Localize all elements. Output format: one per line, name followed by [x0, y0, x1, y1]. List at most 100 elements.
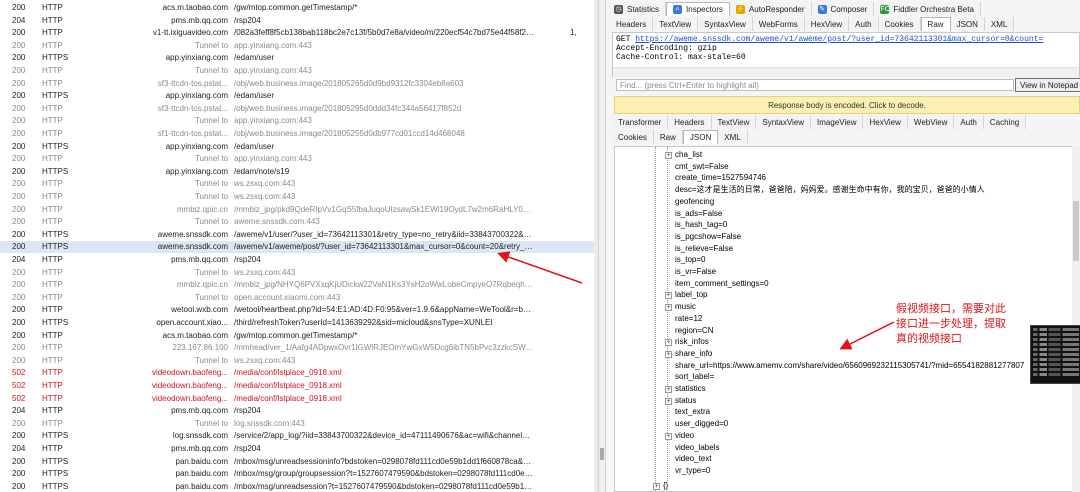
- tab-caching[interactable]: Caching: [983, 115, 1027, 129]
- expand-toggle-icon[interactable]: +: [665, 350, 672, 358]
- session-row[interactable]: 204 HTTP pms.mb.qq.com/rsp204: [0, 254, 598, 266]
- session-row[interactable]: 200 HTTP v1-tt.ixiguavideo.com/082a3feff8f…: [0, 27, 598, 39]
- json-node[interactable]: + music: [665, 301, 696, 312]
- session-row[interactable]: 200 HTTP Tunnel to ws.zsxq.com:443: [0, 178, 598, 190]
- session-row[interactable]: 200 HTTP Tunnel to aweme.snssdk.com:443: [0, 216, 598, 228]
- session-row[interactable]: 200 HTTPS app.yinxiang.com/edam/user: [0, 141, 598, 153]
- tab-xml[interactable]: XML: [984, 17, 1015, 31]
- json-node[interactable]: is_pgcshow=False: [675, 231, 741, 242]
- session-row[interactable]: 502 HTTP videodown.baofeng... /media/conf/l…: [0, 367, 598, 379]
- json-tree-scrollbar[interactable]: [1072, 146, 1080, 492]
- json-node[interactable]: is_ads=False: [675, 208, 722, 219]
- session-row[interactable]: 200 HTTP Tunnel to app.yinxiang.com:443: [0, 65, 598, 77]
- json-node[interactable]: sort_label=: [675, 371, 714, 382]
- tab-transformer[interactable]: Transformer: [612, 115, 669, 129]
- session-row[interactable]: 200 HTTP mmbiz.qpic.cn/mmbiz_jpg/pkd9QdeRI…: [0, 204, 598, 216]
- session-row[interactable]: 200 HTTP wetool.wxb.com/wetool/heartbeat.p…: [0, 304, 598, 316]
- tab-webforms[interactable]: WebForms: [752, 17, 805, 31]
- json-node[interactable]: + cha_list: [665, 149, 702, 160]
- expand-toggle-icon[interactable]: +: [665, 432, 672, 440]
- json-node[interactable]: share_url=https://www.amemv.com/share/vi…: [675, 360, 1024, 371]
- tab-cookies[interactable]: Cookies: [878, 17, 921, 31]
- view-in-notepad-button[interactable]: View in Notepad: [1015, 78, 1080, 92]
- session-row[interactable]: 200 HTTP 223.167.86.100/mmhead/ver_1/Aafg4…: [0, 342, 598, 354]
- json-node[interactable]: region=CN: [675, 325, 713, 336]
- session-row[interactable]: 200 HTTPS app.yinxiang.com/edam/user: [0, 52, 598, 64]
- tab-textview[interactable]: TextView: [653, 17, 699, 31]
- request-url-link[interactable]: https://aweme.snssdk.com/aweme/v1/aweme/…: [635, 35, 1043, 44]
- json-node[interactable]: create_time=1527594746: [675, 172, 766, 183]
- json-node[interactable]: + share_info: [665, 348, 712, 359]
- panel-splitter[interactable]: [598, 0, 606, 492]
- session-row[interactable]: 200 HTTP Tunnel to log.snssdk.com:443: [0, 418, 598, 430]
- session-row[interactable]: 200 HTTP acs.m.taobao.com/gw/mtop.common.g…: [0, 2, 598, 14]
- session-row[interactable]: 502 HTTP videodown.baofeng... /media/conf/l…: [0, 380, 598, 392]
- expand-toggle-icon[interactable]: +: [665, 292, 672, 300]
- session-row[interactable]: 200 HTTP acs.m.taobao.com/gw/mtop.common.g…: [0, 330, 598, 342]
- tab-headers[interactable]: Headers: [610, 17, 654, 31]
- json-node[interactable]: + statistics: [665, 383, 706, 394]
- raw-horizontal-scrollbar[interactable]: [613, 67, 1079, 77]
- session-row[interactable]: 200 HTTPS app.yinxiang.com/edam/user: [0, 90, 598, 102]
- session-row[interactable]: 502 HTTP videodown.baofeng... /media/conf/l…: [0, 393, 598, 405]
- session-row[interactable]: 200 HTTP sf3-ttcdn-tos.pstat... /obj/web.bu…: [0, 103, 598, 115]
- session-row[interactable]: 200 HTTP Tunnel to ws.zsxq.com:443: [0, 267, 598, 279]
- find-input[interactable]: Find... (press Ctrl+Enter to highlight a…: [616, 79, 1014, 91]
- json-node[interactable]: desc=这才是生活的日常，爸爸陪，妈妈爱。感谢生命中有你，我的宝贝，爸爸的小情…: [675, 184, 985, 195]
- json-node[interactable]: video_text: [675, 453, 711, 464]
- sessions-list[interactable]: 200 HTTP acs.m.taobao.com/gw/mtop.common.g…: [0, 0, 598, 492]
- json-node[interactable]: vr_type=0: [675, 465, 710, 476]
- json-node[interactable]: + video: [665, 430, 694, 441]
- json-node[interactable]: user_digged=0: [675, 418, 728, 429]
- json-node[interactable]: text_extra: [675, 406, 710, 417]
- session-row[interactable]: 204 HTTP pms.mb.qq.com/rsp204: [0, 405, 598, 417]
- json-node[interactable]: + status: [665, 395, 696, 406]
- session-row[interactable]: 200 HTTPS aweme.snssdk.com/aweme/v1/user/?…: [0, 229, 598, 241]
- expand-toggle-icon[interactable]: +: [665, 304, 672, 312]
- session-row[interactable]: 200 HTTPS pan.baidu.com/mbox/msg/unreadses…: [0, 481, 598, 492]
- tab-headers[interactable]: Headers: [668, 115, 712, 129]
- session-row[interactable]: 200 HTTPS open.account.xiao... /third/refre…: [0, 317, 598, 329]
- tab-statistics[interactable]: ◷ Statistics: [608, 2, 667, 16]
- tab-raw[interactable]: Raw: [653, 130, 683, 144]
- json-node[interactable]: rate=12: [675, 313, 702, 324]
- tab-composer[interactable]: ✎ Composer: [811, 2, 875, 16]
- tab-imageview[interactable]: ImageView: [811, 115, 864, 129]
- tab-autoresponder[interactable]: ⚡ AutoResponder: [729, 2, 812, 16]
- session-row[interactable]: 204 HTTP pms.mb.qq.com/rsp204: [0, 15, 598, 27]
- tab-cookies[interactable]: Cookies: [612, 130, 654, 144]
- tab-hexview[interactable]: HexView: [804, 17, 850, 31]
- expand-toggle-icon[interactable]: +: [653, 483, 660, 490]
- session-row[interactable]: 200 HTTP sf3-ttcdn-tos.pstat... /obj/web.bu…: [0, 78, 598, 90]
- session-row[interactable]: 204 HTTP pms.mb.qq.com/rsp204: [0, 443, 598, 455]
- expand-toggle-icon[interactable]: +: [665, 339, 672, 347]
- session-row[interactable]: 200 HTTPS aweme.snssdk.com/aweme/v1/aweme/…: [0, 241, 598, 254]
- session-row[interactable]: 200 HTTPS app.yinxiang.com/edam/note/s19: [0, 166, 598, 178]
- tab-json[interactable]: JSON: [950, 17, 985, 31]
- json-node[interactable]: is_relieve=False: [675, 243, 733, 254]
- tab-syntaxview[interactable]: SyntaxView: [756, 115, 812, 129]
- tab-syntaxview[interactable]: SyntaxView: [698, 17, 753, 31]
- expand-toggle-icon[interactable]: +: [665, 386, 672, 393]
- json-node[interactable]: item_comment_settings=0: [675, 278, 769, 289]
- session-row[interactable]: 200 HTTPS log.snssdk.com/service/2/app_log…: [0, 430, 598, 442]
- tab-hexview[interactable]: HexView: [863, 115, 908, 129]
- tab-auth[interactable]: Auth: [849, 17, 879, 31]
- session-row[interactable]: 200 HTTP Tunnel to app.yinxiang.com:443: [0, 115, 598, 127]
- json-node[interactable]: is_top=0: [675, 254, 705, 265]
- decode-notice-bar[interactable]: Response body is encoded. Click to decod…: [614, 96, 1080, 114]
- expand-toggle-icon[interactable]: +: [665, 397, 672, 405]
- json-node[interactable]: + risk_infos: [665, 336, 709, 347]
- session-row[interactable]: 200 HTTP Tunnel to ws.zsxq.com:443: [0, 355, 598, 367]
- tab-webview[interactable]: WebView: [907, 115, 955, 129]
- json-node[interactable]: +{}: [653, 480, 668, 491]
- tab-fiddler-orchestra-beta[interactable]: FO Fiddler Orchestra Beta: [874, 2, 981, 16]
- scroll-thumb[interactable]: [1073, 201, 1079, 261]
- session-row[interactable]: 200 HTTP Tunnel to open.account.xiaomi.com:…: [0, 292, 598, 304]
- tab-auth[interactable]: Auth: [954, 115, 984, 129]
- json-node[interactable]: video_labels: [675, 442, 719, 453]
- json-node[interactable]: cmt_swt=False: [675, 161, 729, 172]
- session-row[interactable]: 200 HTTP Tunnel to ws.zsxq.com:443: [0, 191, 598, 203]
- tab-json[interactable]: JSON: [682, 130, 719, 144]
- session-row[interactable]: 200 HTTPS pan.baidu.com/mbox/msg/group/gro…: [0, 468, 598, 480]
